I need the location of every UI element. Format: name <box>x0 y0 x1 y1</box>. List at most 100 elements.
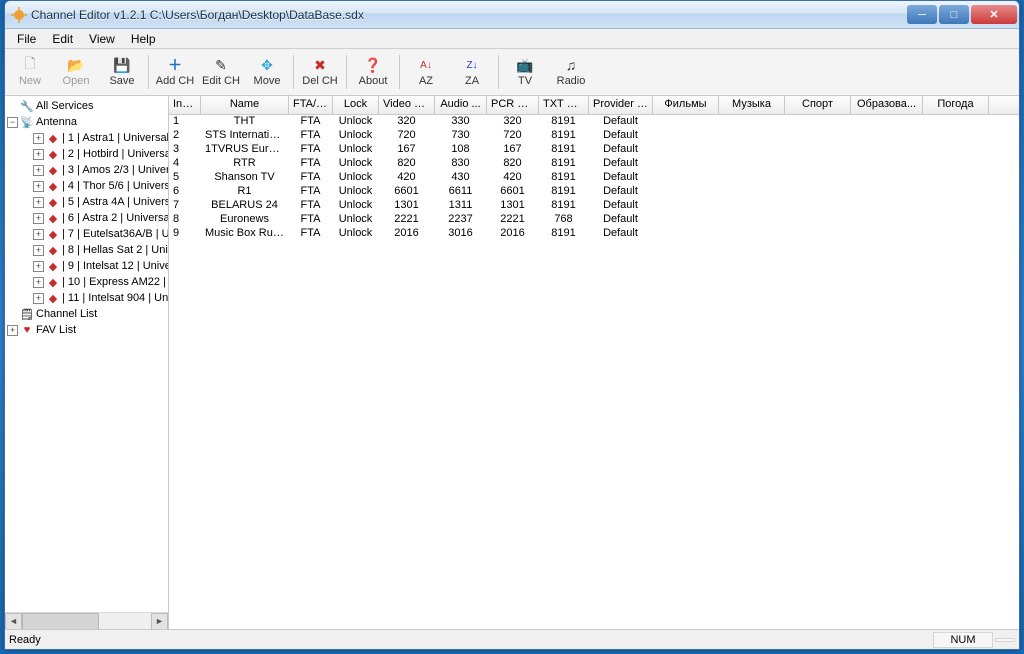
about-button[interactable]: ❓About <box>350 51 396 93</box>
table-row[interactable]: 31TVRUS EuropeFTAUnlock1671081678191Defa… <box>169 143 1019 157</box>
tree-satellite-item[interactable]: +◆ | 2 | Hotbird | Universal <box>5 146 168 162</box>
expand-icon[interactable]: + <box>33 261 44 272</box>
sort-az-button[interactable]: A↓AZ <box>403 51 449 93</box>
tree-fav-list[interactable]: + ♥ FAV List <box>5 322 168 338</box>
radio-filter-button[interactable]: ♫Radio <box>548 51 594 93</box>
expand-icon[interactable]: + <box>33 197 44 208</box>
column-header[interactable]: Погода <box>923 96 989 114</box>
table-row[interactable]: 9Music Box Rus...FTAUnlock20163016201681… <box>169 227 1019 241</box>
table-cell: Music Box Rus... <box>201 227 289 241</box>
table-row[interactable]: 5Shanson TVFTAUnlock4204304208191Default <box>169 171 1019 185</box>
column-header[interactable]: Name <box>201 96 289 114</box>
move-button[interactable]: ✥Move <box>244 51 290 93</box>
column-header[interactable]: PCR PID <box>487 96 539 114</box>
maximize-button[interactable]: □ <box>939 5 969 24</box>
table-row[interactable]: 7BELARUS 24FTAUnlock1301131113018191Defa… <box>169 199 1019 213</box>
tree-satellite-item[interactable]: +◆ | 3 | Amos 2/3 | Univers <box>5 162 168 178</box>
tree-channel-list[interactable]: 🗒 Channel List <box>5 306 168 322</box>
tree-all-services[interactable]: 🔧 All Services <box>5 98 168 114</box>
table-cell: Unlock <box>333 199 379 213</box>
status-num: NUM <box>933 632 993 648</box>
tree-satellite-item[interactable]: +◆ | 5 | Astra 4A | Universal <box>5 194 168 210</box>
table-row[interactable]: 8EuronewsFTAUnlock222122372221768Default <box>169 213 1019 227</box>
tree-satellite-item[interactable]: +◆ | 6 | Astra 2 | Universal | <box>5 210 168 226</box>
tree-satellite-item[interactable]: +◆ | 11 | Intelsat 904 | Univ <box>5 290 168 306</box>
grid-body[interactable]: 1ТНТFTAUnlock3203303208191Default2STS In… <box>169 115 1019 629</box>
scroll-left-button[interactable]: ◄ <box>5 613 22 630</box>
titlebar[interactable]: Channel Editor v1.2.1 C:\Users\Богдан\De… <box>5 1 1019 29</box>
expand-icon[interactable]: + <box>33 229 44 240</box>
menu-view[interactable]: View <box>81 30 123 48</box>
plus-icon: ＋ <box>167 57 183 73</box>
table-row[interactable]: 4RTRFTAUnlock8208308208191Default <box>169 157 1019 171</box>
expand-icon[interactable]: + <box>33 277 44 288</box>
expand-icon[interactable]: + <box>33 149 44 160</box>
collapse-icon[interactable]: − <box>7 117 18 128</box>
scroll-track[interactable] <box>22 613 151 630</box>
table-cell <box>785 143 851 157</box>
column-header[interactable]: Index <box>169 96 201 114</box>
resize-grip[interactable] <box>995 638 1015 642</box>
tv-filter-button[interactable]: 📺TV <box>502 51 548 93</box>
table-cell <box>785 227 851 241</box>
table-row[interactable]: 6R1FTAUnlock6601661166018191Default <box>169 185 1019 199</box>
column-header[interactable]: Video PID <box>379 96 435 114</box>
menu-help[interactable]: Help <box>123 30 164 48</box>
column-header[interactable]: Образова... <box>851 96 923 114</box>
expand-icon[interactable]: + <box>33 213 44 224</box>
table-cell: Default <box>589 157 653 171</box>
delete-icon: ✖ <box>312 57 328 73</box>
tree-antenna[interactable]: − 📡 Antenna <box>5 114 168 130</box>
expand-icon[interactable]: + <box>7 325 18 336</box>
minimize-button[interactable]: ─ <box>907 5 937 24</box>
menu-file[interactable]: File <box>9 30 44 48</box>
scroll-right-button[interactable]: ► <box>151 613 168 630</box>
table-row[interactable]: 2STS Internatio...FTAUnlock7207307208191… <box>169 129 1019 143</box>
tree-item-label: | 6 | Astra 2 | Universal | <box>62 212 168 224</box>
column-header[interactable]: Audio ... <box>435 96 487 114</box>
column-header[interactable]: Lock <box>333 96 379 114</box>
column-header[interactable]: Музыка <box>719 96 785 114</box>
column-header[interactable]: Спорт <box>785 96 851 114</box>
scroll-thumb[interactable] <box>22 613 99 630</box>
sort-za-button[interactable]: Z↓ZA <box>449 51 495 93</box>
del-ch-button[interactable]: ✖Del CH <box>297 51 343 93</box>
table-cell <box>719 185 785 199</box>
column-header[interactable]: Provider T... <box>589 96 653 114</box>
satellite-icon: ◆ <box>46 292 60 305</box>
add-ch-button[interactable]: ＋Add CH <box>152 51 198 93</box>
separator <box>148 55 149 89</box>
status-ready: Ready <box>9 634 41 646</box>
tree-satellite-item[interactable]: +◆ | 8 | Hellas Sat 2 | Unive <box>5 242 168 258</box>
edit-ch-button[interactable]: ✎Edit CH <box>198 51 244 93</box>
column-header[interactable]: Фильмы <box>653 96 719 114</box>
table-cell <box>851 185 923 199</box>
new-button[interactable]: 🗋New <box>7 51 53 93</box>
tree-satellite-item[interactable]: +◆ | 1 | Astra1 | Universal | <box>5 130 168 146</box>
satellite-icon: ◆ <box>46 196 60 209</box>
tree-satellite-item[interactable]: +◆ | 4 | Thor 5/6 | Universa <box>5 178 168 194</box>
expand-icon[interactable]: + <box>33 133 44 144</box>
table-cell: 5 <box>169 171 201 185</box>
column-header[interactable]: TXT PID <box>539 96 589 114</box>
table-row[interactable]: 1ТНТFTAUnlock3203303208191Default <box>169 115 1019 129</box>
expand-icon[interactable]: + <box>33 181 44 192</box>
open-button[interactable]: 📂Open <box>53 51 99 93</box>
close-button[interactable]: ✕ <box>971 5 1017 24</box>
expand-icon[interactable]: + <box>33 293 44 304</box>
tree-satellite-item[interactable]: +◆ | 10 | Express AM22 | U <box>5 274 168 290</box>
expand-icon[interactable]: + <box>33 245 44 256</box>
column-header[interactable]: FTA/C... <box>289 96 333 114</box>
expand-icon[interactable]: + <box>33 165 44 176</box>
table-cell <box>653 171 719 185</box>
table-cell: 2237 <box>435 213 487 227</box>
tree-item-label: | 5 | Astra 4A | Universal <box>62 196 168 208</box>
save-button[interactable]: 💾Save <box>99 51 145 93</box>
table-cell: Default <box>589 185 653 199</box>
table-cell: 6611 <box>435 185 487 199</box>
table-cell: 1311 <box>435 199 487 213</box>
tree-h-scrollbar[interactable]: ◄ ► <box>5 612 168 629</box>
tree-satellite-item[interactable]: +◆ | 7 | Eutelsat36A/B | Uni <box>5 226 168 242</box>
menu-edit[interactable]: Edit <box>44 30 81 48</box>
tree-satellite-item[interactable]: +◆ | 9 | Intelsat 12 | Univer <box>5 258 168 274</box>
